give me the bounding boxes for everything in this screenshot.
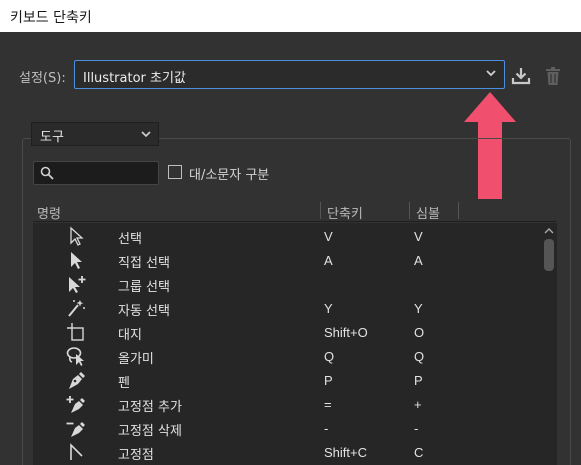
table-row[interactable]: 대지 Shift+O O: [33, 320, 541, 344]
preset-label: 설정(S):: [19, 71, 66, 86]
category-dropdown[interactable]: 도구: [31, 122, 159, 146]
row-symbol[interactable]: Q: [414, 349, 424, 364]
table-row[interactable]: 직접 선택 A A: [33, 248, 541, 272]
search-field[interactable]: [33, 161, 159, 185]
chevron-down-icon: [486, 70, 496, 77]
row-shortcut[interactable]: Y: [324, 301, 333, 316]
row-symbol[interactable]: C: [414, 445, 423, 460]
table-row[interactable]: 선택 V V: [33, 224, 541, 248]
delete-anchor-point-tool-icon: [66, 422, 85, 437]
table-row[interactable]: 펜 P P: [33, 368, 541, 392]
selection-tool-icon: [70, 226, 84, 246]
search-icon: [40, 166, 54, 180]
row-symbol[interactable]: V: [414, 229, 423, 244]
table-scrollbar[interactable]: [541, 223, 557, 465]
add-anchor-point-tool-icon: [66, 396, 85, 413]
chevron-down-icon: [141, 131, 151, 138]
group-selection-tool-icon: [69, 276, 86, 293]
window-title: 키보드 단축키: [10, 10, 92, 26]
row-command: 직접 선택: [118, 256, 170, 271]
row-symbol[interactable]: A: [414, 253, 423, 268]
column-divider: [320, 202, 321, 219]
row-shortcut[interactable]: =: [324, 397, 332, 412]
table-row[interactable]: 고정점 추가 = +: [33, 392, 541, 416]
row-shortcut[interactable]: Shift+O: [324, 325, 368, 340]
row-shortcut[interactable]: V: [324, 229, 333, 244]
row-command: 고정점 추가: [118, 400, 182, 415]
column-divider: [409, 202, 410, 219]
table-row[interactable]: 고정점 Shift+C C: [33, 440, 541, 464]
row-command: 대지: [118, 328, 142, 343]
row-command: 고정점 삭제: [118, 424, 182, 439]
row-symbol[interactable]: +: [414, 397, 422, 412]
row-command: 자동 선택: [118, 304, 170, 319]
row-symbol[interactable]: P: [414, 373, 423, 388]
preset-value: Illustrator 초기값: [83, 71, 186, 86]
scroll-up-icon[interactable]: [544, 227, 554, 235]
title-bar: 키보드 단축키: [0, 0, 581, 32]
table-row[interactable]: 그룹 선택: [33, 272, 541, 296]
row-symbol[interactable]: -: [414, 421, 418, 436]
row-command: 올가미: [118, 352, 154, 367]
row-shortcut[interactable]: Q: [324, 349, 334, 364]
category-value: 도구: [40, 130, 64, 145]
search-input[interactable]: [58, 163, 154, 183]
table-header: 명령 단축키 심볼: [33, 199, 556, 222]
row-shortcut[interactable]: Shift+C: [324, 445, 367, 460]
row-command: 고정점: [118, 448, 154, 463]
magic-wand-tool-icon: [68, 300, 85, 317]
row-symbol[interactable]: Y: [414, 301, 423, 316]
row-command: 그룹 선택: [118, 280, 170, 295]
artboard-tool-icon: [67, 323, 84, 341]
save-preset-icon[interactable]: [510, 65, 532, 87]
column-header-symbol[interactable]: 심볼: [416, 203, 440, 222]
case-sensitive-label: 대/소문자 구분: [189, 168, 270, 183]
table-row[interactable]: 자동 선택 Y Y: [33, 296, 541, 320]
row-shortcut[interactable]: -: [324, 421, 328, 436]
column-header-command[interactable]: 명령: [37, 203, 61, 222]
column-divider: [458, 202, 459, 219]
preset-dropdown[interactable]: Illustrator 초기값: [74, 60, 505, 89]
row-shortcut[interactable]: A: [324, 253, 333, 268]
case-sensitive-checkbox[interactable]: [168, 165, 182, 179]
lasso-tool-icon: [66, 347, 84, 366]
pen-tool-icon: [69, 372, 85, 389]
table-row[interactable]: 올가미 Q Q: [33, 344, 541, 368]
scrollbar-thumb[interactable]: [544, 239, 554, 271]
anchor-point-tool-icon: [70, 443, 83, 460]
row-symbol[interactable]: O: [414, 325, 424, 340]
shortcut-table: 선택 V V 직접 선택 A A 그룹 선택 자동 선택 Y Y 대지 Shif…: [33, 223, 557, 465]
trash-icon[interactable]: [542, 65, 564, 87]
row-command: 선택: [118, 232, 142, 247]
direct-selection-tool-icon: [71, 252, 82, 269]
row-shortcut[interactable]: P: [324, 373, 333, 388]
row-command: 펜: [118, 376, 130, 391]
column-header-shortcut[interactable]: 단축키: [327, 203, 363, 222]
table-row[interactable]: 고정점 삭제 - -: [33, 416, 541, 440]
